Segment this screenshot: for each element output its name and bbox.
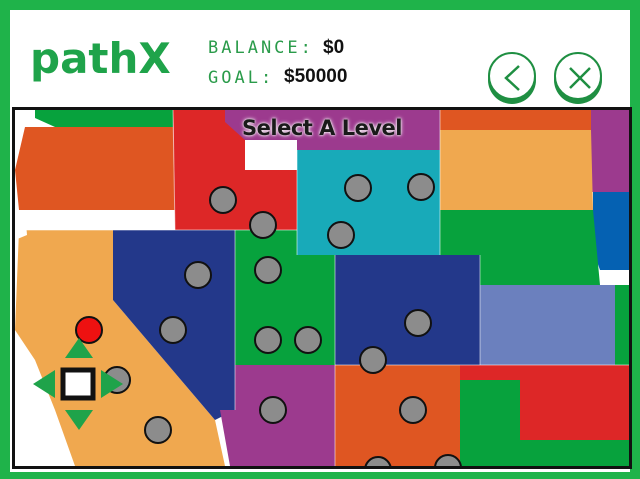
level-marker-available bbox=[75, 316, 103, 344]
level-map[interactable]: Select A Level bbox=[12, 107, 632, 469]
goal-value: $50000 bbox=[284, 66, 348, 87]
level-marker bbox=[294, 326, 322, 354]
state-iowa bbox=[593, 192, 629, 270]
level-marker bbox=[344, 174, 372, 202]
level-marker bbox=[254, 326, 282, 354]
level-marker bbox=[144, 416, 172, 444]
close-icon bbox=[569, 67, 591, 89]
level-marker bbox=[404, 309, 432, 337]
coast-notch bbox=[15, 210, 27, 240]
state-new-mexico bbox=[335, 365, 460, 466]
level-marker bbox=[359, 346, 387, 374]
level-marker bbox=[159, 316, 187, 344]
state-wyoming bbox=[297, 150, 440, 255]
level-marker bbox=[249, 211, 277, 239]
map-title: Select A Level bbox=[242, 116, 402, 140]
level-marker bbox=[209, 186, 237, 214]
state-kansas bbox=[480, 285, 629, 365]
us-states-map bbox=[15, 110, 629, 466]
chevron-left-icon bbox=[504, 65, 520, 91]
goal-label: GOAL: bbox=[208, 68, 275, 88]
app-logo: pathX bbox=[30, 34, 171, 83]
state-colorado bbox=[335, 255, 480, 365]
level-marker bbox=[327, 221, 355, 249]
balance-label: BALANCE: bbox=[208, 38, 314, 58]
state-south-dakota bbox=[440, 130, 593, 210]
level-marker bbox=[399, 396, 427, 424]
level-marker bbox=[184, 261, 212, 289]
balance-value: $0 bbox=[323, 37, 345, 58]
level-marker bbox=[259, 396, 287, 424]
level-marker bbox=[254, 256, 282, 284]
close-button[interactable] bbox=[554, 52, 602, 100]
back-button[interactable] bbox=[488, 52, 536, 100]
pan-center bbox=[60, 367, 96, 401]
level-marker bbox=[407, 173, 435, 201]
state-missouri bbox=[615, 285, 629, 365]
